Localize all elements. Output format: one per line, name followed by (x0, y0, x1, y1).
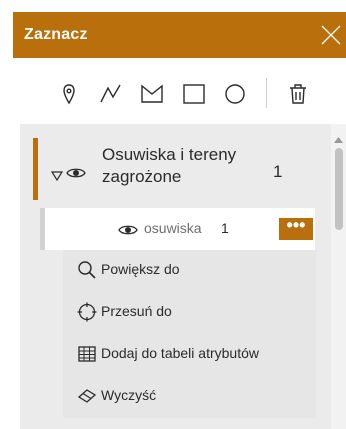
close-icon[interactable] (320, 24, 342, 46)
menu-item-pan-to[interactable]: Przesuń do (63, 292, 316, 334)
eye-icon[interactable] (118, 223, 138, 237)
more-options-button[interactable]: ••• (279, 216, 313, 240)
polyline-select-icon[interactable] (99, 82, 123, 106)
menu-item-label: Przesuń do (101, 303, 172, 319)
sublayer-selection-count: 1 (221, 220, 229, 236)
pan-icon (77, 302, 97, 322)
layer-name: Osuwiska i tereny zagrożone (102, 145, 237, 186)
eye-icon[interactable] (66, 166, 86, 180)
expand-triangle-icon[interactable] (50, 168, 64, 182)
menu-item-clear[interactable]: Wyczyść (63, 376, 316, 418)
panel-title: Zaznacz (24, 26, 88, 43)
select-panel-header: Zaznacz (13, 12, 346, 58)
toolbar-divider (266, 78, 267, 108)
point-select-icon[interactable] (57, 82, 81, 106)
scrollbar[interactable] (331, 124, 346, 429)
sublayer-name: osuwiska (144, 220, 202, 236)
scroll-up-arrow-icon[interactable] (334, 130, 343, 143)
selection-toolbar (13, 58, 346, 124)
trash-icon[interactable] (286, 82, 310, 106)
menu-item-add-to-table[interactable]: Dodaj do tabeli atrybutów (63, 334, 316, 376)
menu-item-label: Powiększ do (101, 261, 180, 277)
actions-menu: Powiększ do Przesuń do Dodaj do tabeli a… (63, 250, 316, 418)
layer-selection-count: 1 (273, 162, 283, 181)
menu-item-zoom-to[interactable]: Powiększ do (63, 250, 316, 292)
menu-item-label: Dodaj do tabeli atrybutów (101, 345, 259, 361)
table-icon (77, 344, 97, 364)
layer-accent-bar (33, 138, 38, 200)
eraser-icon (77, 386, 97, 406)
polygon-select-icon[interactable] (140, 82, 164, 106)
layer-item[interactable]: Osuwiska i tereny zagrożone 1 (33, 138, 313, 200)
sublayer-accent-bar (40, 208, 45, 250)
rectangle-select-icon[interactable] (182, 82, 206, 106)
zoom-icon (77, 260, 97, 280)
scrollbar-thumb[interactable] (335, 148, 343, 230)
sublayer-item[interactable]: osuwiska 1 ••• (40, 208, 315, 250)
menu-item-label: Wyczyść (101, 387, 157, 403)
circle-select-icon[interactable] (223, 82, 247, 106)
